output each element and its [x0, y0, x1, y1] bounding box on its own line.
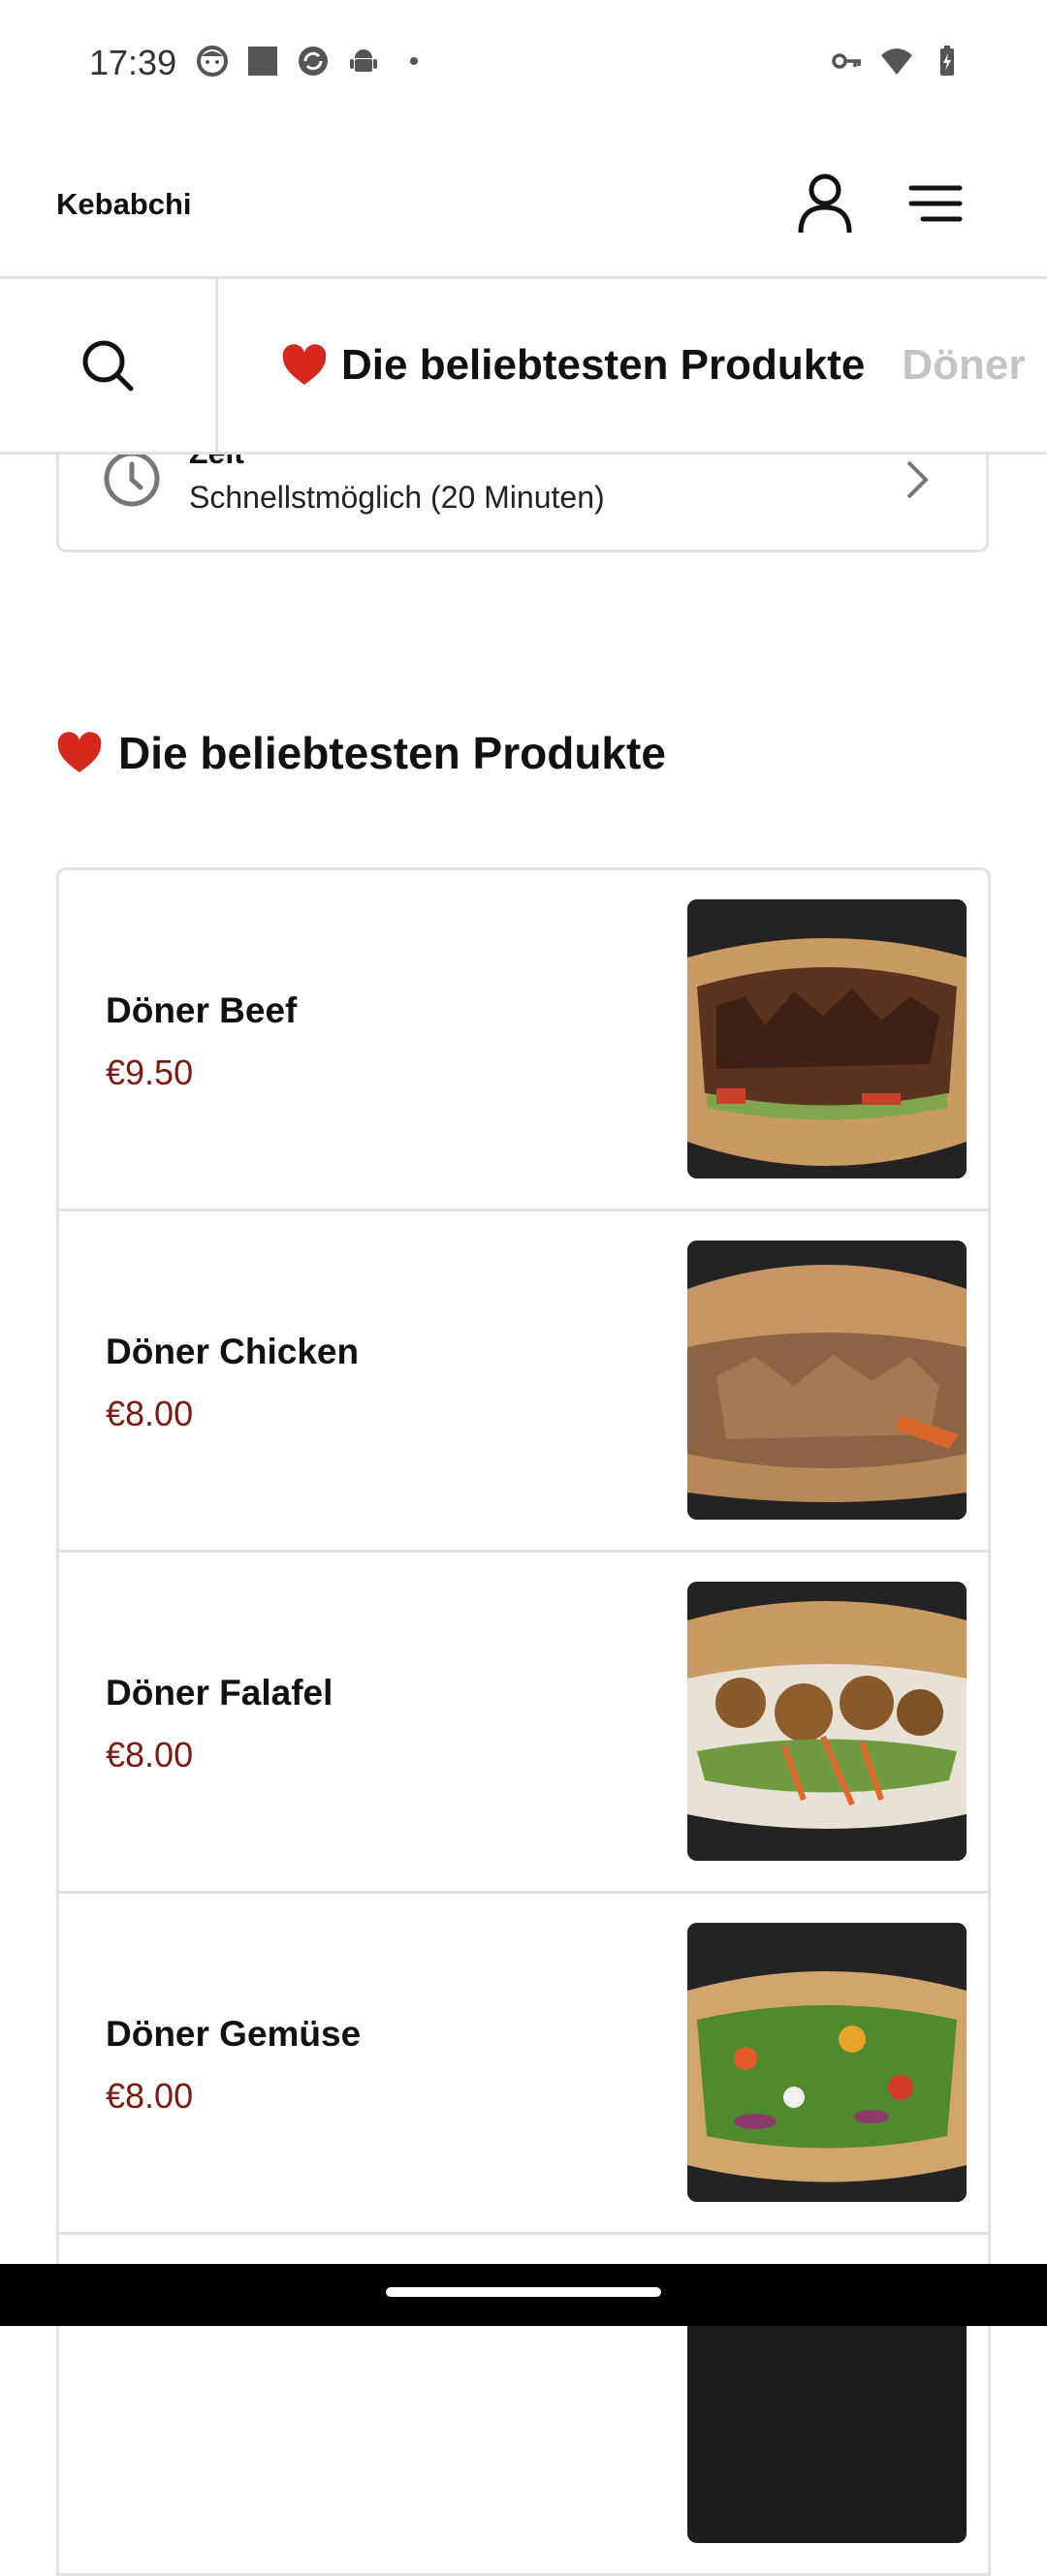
system-icons	[830, 45, 964, 78]
section-title: Die beliebtesten Produkte	[56, 727, 666, 779]
product-image	[687, 1241, 967, 1520]
menu-button[interactable]	[902, 170, 969, 237]
wifi-icon	[881, 48, 912, 75]
tab-doner[interactable]: Döner	[902, 341, 1025, 390]
search-button[interactable]	[0, 279, 218, 452]
time-value: Schnellstmöglich (20 Minuten)	[189, 480, 605, 515]
key-icon	[832, 53, 861, 69]
category-bar: Die beliebtesten Produkte Döner	[0, 279, 1047, 455]
sync-icon	[299, 47, 328, 76]
battery-icon	[940, 46, 954, 76]
product-price: €8.00	[106, 1735, 194, 1775]
user-icon	[798, 173, 852, 234]
tab-doner-label: Döner	[902, 341, 1026, 389]
product-price: €8.00	[106, 2076, 194, 2116]
tab-popular-label: Die beliebtesten Produkte	[341, 341, 866, 389]
search-icon	[82, 340, 134, 392]
notification-icons	[196, 45, 430, 78]
product-card[interactable]: Döner Falafel €8.00	[59, 1553, 988, 1894]
system-nav-bar	[0, 2264, 1047, 2326]
chevron-right-icon	[906, 460, 929, 499]
heart-icon	[282, 344, 327, 385]
product-name: Döner Beef	[106, 990, 298, 1030]
product-price: €9.50	[106, 1052, 194, 1092]
app-header: Kebabchi	[0, 131, 1047, 279]
android-icon	[350, 49, 377, 72]
clock-icon	[104, 451, 160, 507]
face-icon	[197, 46, 228, 77]
square-icon	[248, 47, 277, 76]
status-time: 17:39	[89, 43, 177, 82]
product-price: €8.00	[106, 1394, 194, 1433]
product-image	[687, 899, 967, 1178]
account-button[interactable]	[791, 170, 859, 237]
brand-name[interactable]: Kebabchi	[56, 187, 192, 222]
section-title-text: Die beliebtesten Produkte	[118, 728, 666, 778]
product-name: Döner Chicken	[106, 1332, 360, 1371]
product-name: Döner Gemüse	[106, 2014, 362, 2054]
hamburger-menu-icon	[908, 185, 963, 222]
status-bar: 17:39	[0, 0, 1047, 131]
product-image	[687, 1923, 967, 2202]
product-image	[687, 1582, 967, 1861]
product-card[interactable]: Döner Chicken €8.00	[59, 1211, 988, 1553]
product-name: Döner Falafel	[106, 1673, 333, 1712]
heart-icon	[57, 732, 102, 772]
home-indicator[interactable]	[386, 2287, 661, 2297]
tab-popular[interactable]: Die beliebtesten Produkte	[281, 341, 865, 390]
dot-icon	[410, 57, 418, 65]
product-card[interactable]: Döner Gemüse €8.00	[59, 1894, 988, 2235]
category-tabs: Die beliebtesten Produkte Döner	[281, 279, 1025, 452]
product-card[interactable]: Döner Beef €9.50	[59, 870, 988, 1211]
